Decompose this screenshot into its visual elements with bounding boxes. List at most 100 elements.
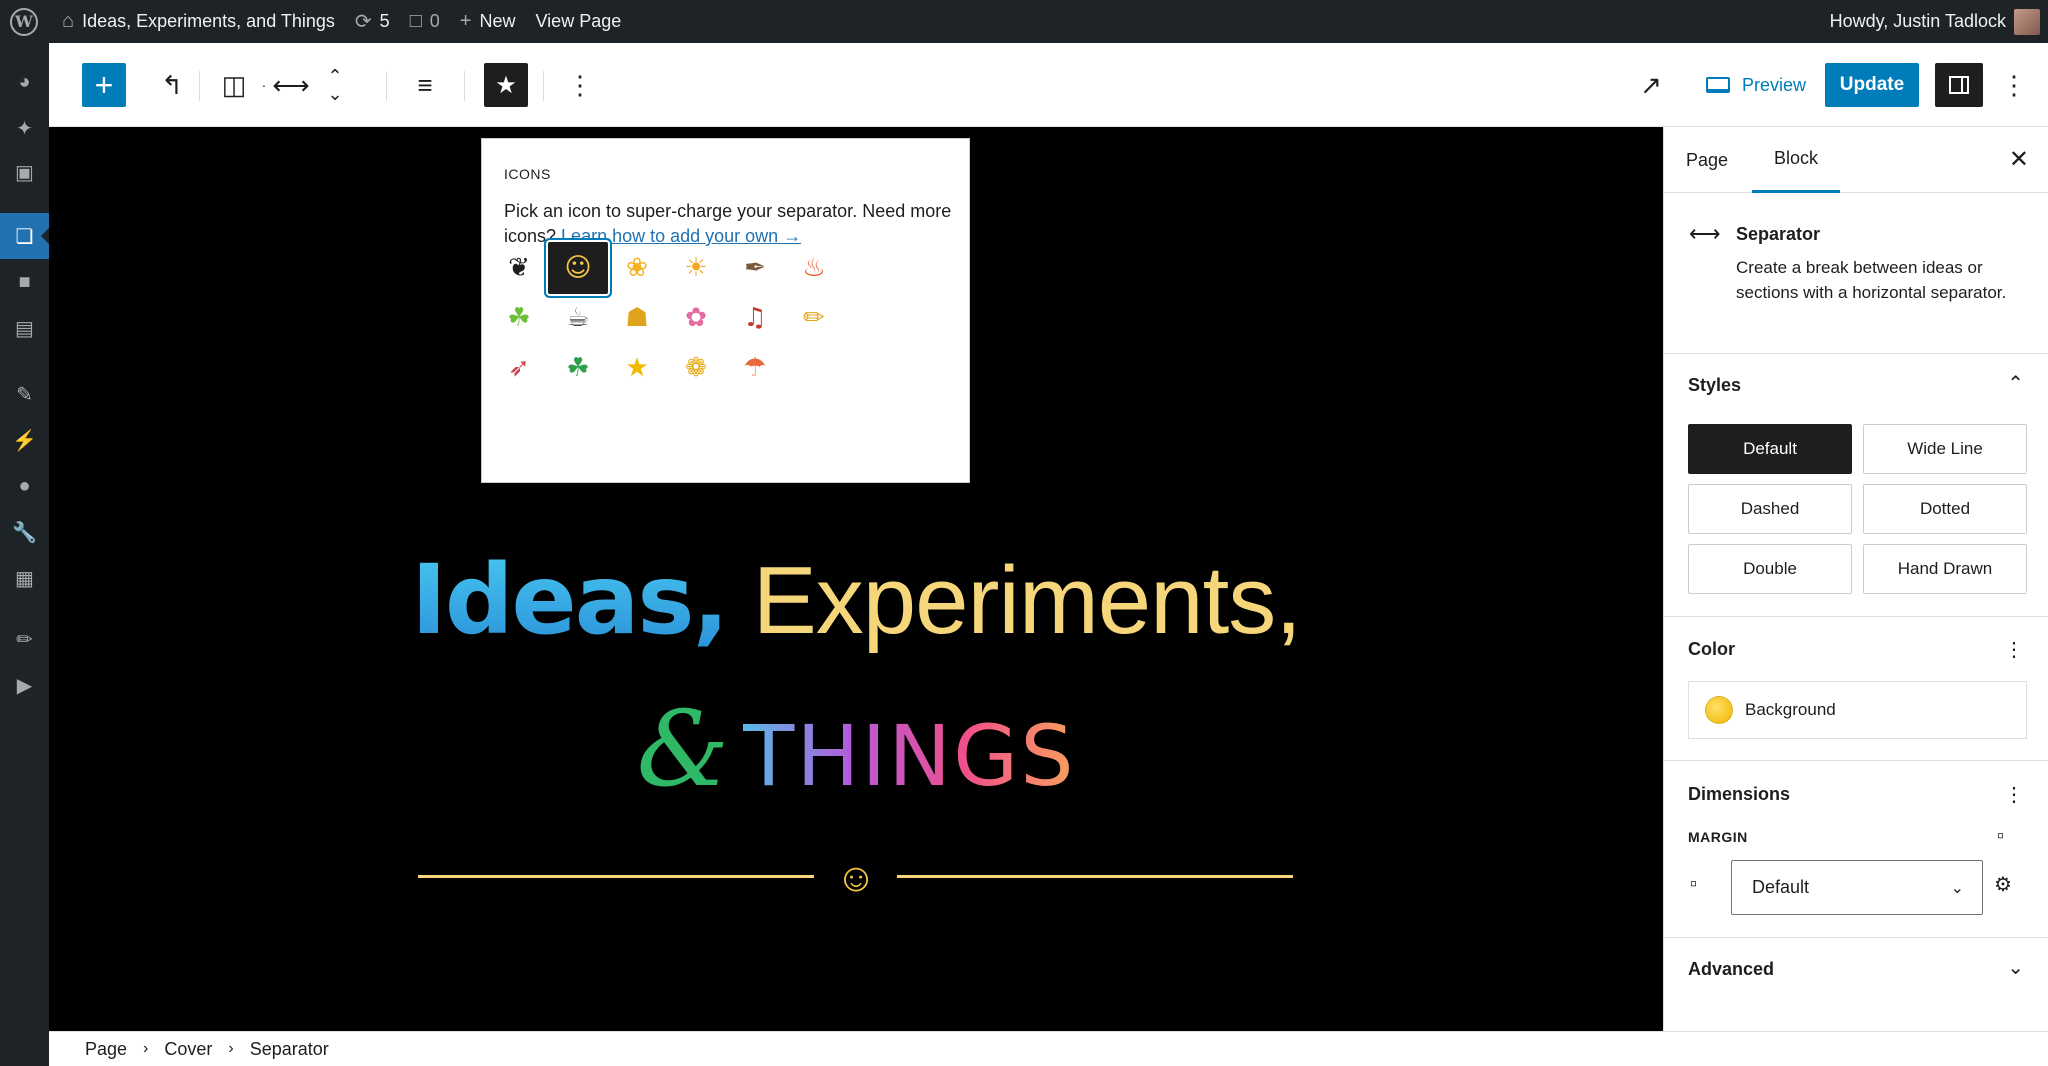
style-dotted-button[interactable]: Dotted [1863, 484, 2027, 534]
tools-wrench-icon[interactable]: 🔧 [0, 509, 49, 555]
color-options-icon[interactable]: ⋮ [2004, 637, 2024, 662]
popover-title: ICONS [504, 166, 551, 182]
heading-ideas: Ideas, [411, 544, 729, 656]
move-up-down-icon[interactable]: ⌃ ⌄ [317, 63, 353, 107]
play-circle-icon[interactable]: ▶ [0, 662, 49, 708]
tab-page[interactable]: Page [1664, 127, 1750, 193]
comments-menu-icon[interactable]: ■ [0, 259, 49, 305]
flower-icon[interactable]: ❀ [607, 242, 667, 294]
background-color-button[interactable]: Background [1688, 681, 2027, 739]
margin-value: Default [1752, 877, 1810, 897]
margin-select[interactable]: Default ⌄ [1731, 860, 1983, 915]
close-icon[interactable]: ✕ [2009, 145, 2029, 174]
heading-line-2[interactable]: & THINGS [49, 697, 1663, 801]
style-dashed-button[interactable]: Dashed [1688, 484, 1852, 534]
edit-pencil-icon[interactable]: ✏ [0, 616, 49, 662]
view-page-label: View Page [535, 11, 622, 31]
update-button[interactable]: Update [1825, 63, 1919, 107]
block-card: ⟷ Separator Create a break between ideas… [1664, 193, 2048, 354]
sun-icon[interactable]: ☀ [666, 242, 726, 294]
dimensions-options-icon[interactable]: ⋮ [2004, 782, 2024, 807]
pages-icon[interactable]: ❏ [0, 213, 49, 259]
heading-experiments: Experiments, [727, 547, 1302, 654]
options-menu-icon[interactable]: ⋮ [1999, 63, 2029, 107]
parent-block-icon[interactable]: ◫ [214, 63, 254, 107]
settings-sidebar-toggle-icon[interactable] [1935, 63, 1983, 107]
avatar[interactable] [2014, 8, 2040, 35]
sidebar-tabs: Page Block ✕ [1664, 127, 2048, 193]
color-panel-title: Color [1688, 639, 1735, 659]
heading-line-1[interactable]: Ideas, Experiments, [49, 552, 1663, 649]
laptop-icon [1705, 77, 1730, 93]
preview-label: Preview [1741, 74, 1807, 95]
site-name-link[interactable]: ⌂ Ideas, Experiments, and Things [52, 0, 345, 43]
star-icon[interactable]: ★ [607, 342, 667, 394]
updates-count: 5 [379, 11, 390, 31]
coffee-icon[interactable]: ☕ [548, 292, 608, 344]
chevron-down-icon[interactable]: ⌄ [2007, 955, 2024, 980]
tab-block[interactable]: Block [1752, 127, 1841, 193]
comments-link[interactable]: □ 0 [400, 0, 450, 43]
admin-bar: W ⌂ Ideas, Experiments, and Things ⟳ 5 □… [0, 0, 2048, 43]
add-block-button[interactable]: + [82, 63, 126, 107]
separator-line-left[interactable] [418, 875, 814, 878]
more-options-icon[interactable]: ⋮ [565, 63, 595, 107]
settings-icon[interactable]: ▦ [0, 555, 49, 601]
plugins-icon[interactable]: ⚡ [0, 417, 49, 463]
background-label: Background [1745, 700, 1836, 719]
editor-toolbar: + ↰ ◫ · ⟷ ⌃ ⌄ ≡ ★ ⋮ ↗ Preview Update ⋮ [49, 43, 2048, 127]
margin-label: MARGIN [1688, 829, 1748, 845]
dashboard-icon[interactable]: ◕ [0, 59, 49, 105]
wordpress-logo-icon[interactable]: W [10, 7, 38, 36]
heading-ampersand: & [636, 688, 730, 810]
users-icon[interactable]: ● [0, 463, 49, 509]
align-icon[interactable]: ≡ [405, 63, 445, 107]
preview-button[interactable]: Preview [1696, 63, 1816, 107]
bee-icon[interactable]: ❦ [489, 242, 549, 294]
patterns-icon[interactable]: ▤ [0, 305, 49, 351]
lotus-icon[interactable]: ✿ [666, 292, 726, 344]
style-default-button[interactable]: Default [1688, 424, 1852, 474]
appearance-brush-icon[interactable]: ✎ [0, 371, 49, 417]
refresh-icon: ⟳ [354, 11, 372, 33]
rocket-icon[interactable]: ➶ [489, 342, 549, 394]
new-content-link[interactable]: + New [450, 0, 526, 43]
unlink-sides-icon[interactable]: ▫ [1997, 825, 2004, 848]
updates-link[interactable]: ⟳ 5 [345, 0, 400, 43]
posts-pin-icon[interactable]: ✦ [0, 105, 49, 151]
umbrella-icon[interactable]: ☂ [725, 342, 785, 394]
separator-melting-face-icon[interactable]: ☺ [833, 855, 879, 901]
margin-side-icon: ▫ [1690, 873, 1698, 895]
feather-icon[interactable]: ✒ [725, 242, 785, 294]
beer-icon[interactable]: ☗ [607, 292, 667, 344]
icon-picker-star-button[interactable]: ★ [484, 63, 528, 107]
comments-count: 0 [429, 11, 440, 31]
media-icon[interactable]: ▣ [0, 149, 49, 195]
style-double-button[interactable]: Double [1688, 544, 1852, 594]
sunflower-icon[interactable]: ❁ [666, 342, 726, 394]
breadcrumb-cover[interactable]: Cover [164, 1039, 212, 1060]
melting-face-icon[interactable]: ☺ [548, 242, 608, 294]
view-page-link[interactable]: View Page [526, 0, 632, 43]
styles-panel-title[interactable]: Styles [1688, 375, 1741, 396]
guitar-icon[interactable]: ♫ [725, 292, 785, 344]
breadcrumb-separator[interactable]: Separator [250, 1039, 329, 1060]
drag-handle-dot[interactable]: · [259, 63, 269, 107]
separator-block-icon: ⟷ [1689, 221, 1721, 246]
view-external-icon[interactable]: ↗ [1629, 63, 1673, 107]
dimensions-panel-title: Dimensions [1688, 784, 1791, 804]
undo-icon[interactable]: ↰ [152, 63, 192, 107]
chevron-up-icon[interactable]: ⌃ [2007, 371, 2024, 396]
advanced-panel-title[interactable]: Advanced [1688, 959, 1774, 980]
breadcrumb-page[interactable]: Page [85, 1039, 127, 1060]
leaf-icon[interactable]: ☘ [489, 292, 549, 344]
style-hand-drawn-button[interactable]: Hand Drawn [1863, 544, 2027, 594]
shamrock-icon[interactable]: ☘ [548, 342, 608, 394]
separator-block-icon[interactable]: ⟷ [271, 63, 311, 107]
custom-size-sliders-icon[interactable]: ⚙ [1994, 872, 2012, 897]
style-wide-line-button[interactable]: Wide Line [1863, 424, 2027, 474]
my-account-link[interactable]: Howdy, Justin Tadlock [1830, 11, 2006, 32]
pencil-icon[interactable]: ✏ [784, 292, 844, 344]
fire-icon[interactable]: ♨ [784, 242, 844, 294]
separator-line-right[interactable] [897, 875, 1293, 878]
